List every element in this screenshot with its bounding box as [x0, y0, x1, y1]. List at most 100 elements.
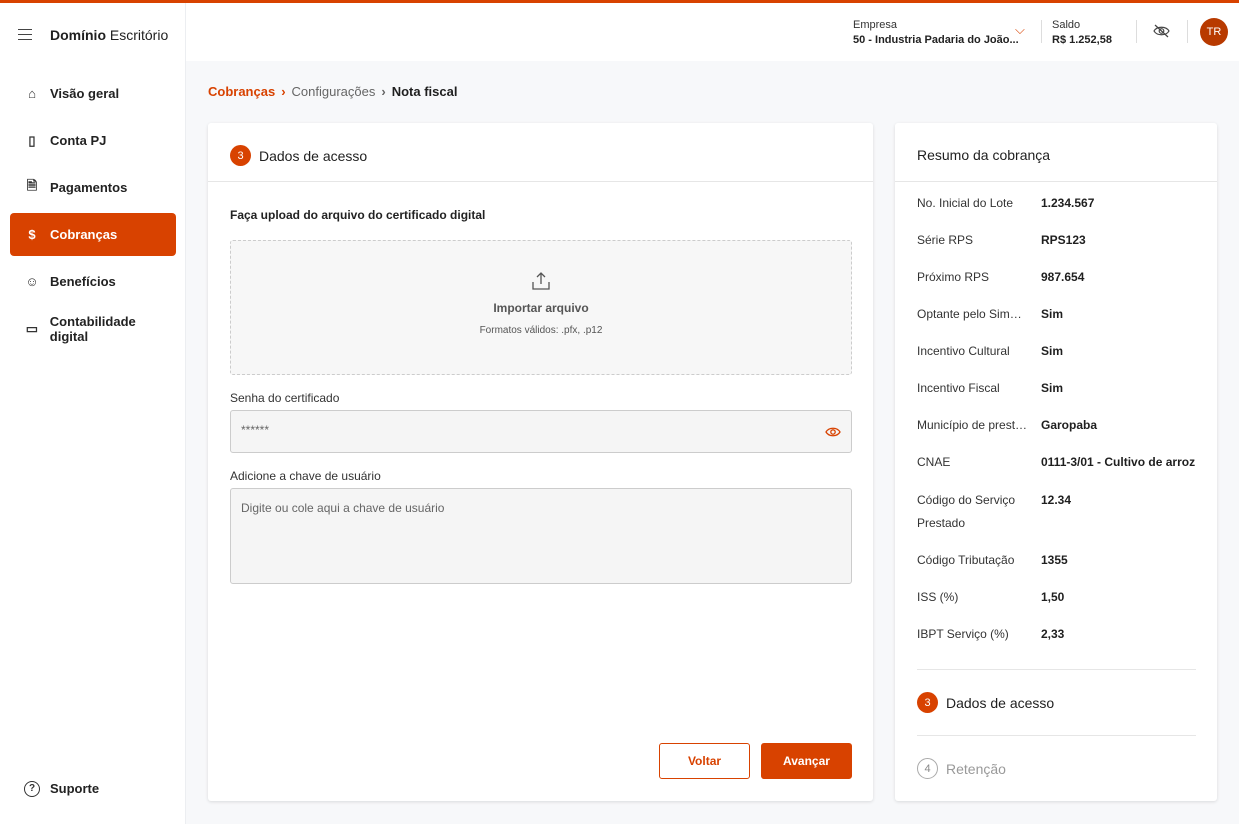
summary-row: Optante pelo Sim… Sim [917, 303, 1063, 326]
password-value: ****** [241, 423, 270, 437]
chevron-right-icon: › [281, 84, 286, 99]
summary-row: CNAE 0111-3/01 - Cultivo de arroz [917, 451, 1195, 474]
password-input[interactable]: ****** [230, 410, 852, 453]
label: Suporte [50, 781, 100, 796]
upload-icon [532, 272, 550, 290]
sidebar-item-visao-geral[interactable]: ⌂ Visão geral [10, 72, 176, 115]
saldo-label: Saldo [1052, 19, 1081, 31]
label: Conta PJ [50, 133, 107, 148]
summary-row: ISS (%) 1,50 [917, 586, 1064, 609]
summary-key: Série RPS [917, 233, 974, 247]
key-textarea[interactable]: Digite ou cole aqui a chave de usuário [230, 488, 852, 584]
saldo-value: R$ 1.252,58 [1052, 34, 1112, 46]
sidebar: Domínio Escritório ⌂ Visão geral ▯ Conta P… [0, 3, 186, 824]
summary-row: Código do Serviço Prestado 12.34 [917, 489, 1071, 535]
summary-row: Série RPS RPS123 [917, 229, 1086, 252]
summary-row: Município de prest… Garopaba [917, 414, 1097, 437]
summary-key: IBPT Serviço (%) [917, 627, 1009, 641]
password-label: Senha do certificado [230, 391, 340, 405]
key-placeholder: Digite ou cole aqui a chave de usuário [241, 501, 445, 515]
summary-value: 0111-3/01 - Cultivo de arroz [1041, 455, 1196, 469]
summary-key: No. Inicial do Lote [917, 196, 1014, 210]
upload-dropzone[interactable]: Importar arquivo Formatos válidos: .pfx,… [230, 240, 852, 375]
upload-heading: Faça upload do arquivo do certificado di… [230, 208, 486, 222]
upload-label: Importar arquivo [493, 301, 589, 315]
hand-dollar-icon: $ [28, 227, 36, 242]
sidebar-item-beneficios[interactable]: ☺ Benefícios [10, 260, 176, 303]
divider [208, 181, 873, 182]
invoice-icon: 🗎 [26, 177, 38, 193]
label: Pagamentos [50, 180, 128, 195]
summary-value: RPS123 [1041, 233, 1086, 247]
summary-row: IBPT Serviço (%) 2,33 [917, 623, 1064, 646]
summary-value: Garopaba [1041, 418, 1098, 432]
sidebar-item-cobrancas[interactable]: $ Cobranças [10, 213, 176, 256]
next-button[interactable]: Avançar [761, 743, 852, 779]
chevron-right-icon: › [381, 84, 386, 99]
divider [917, 669, 1196, 670]
label: Cobranças [50, 227, 118, 242]
brand-bold: Domínio [50, 27, 106, 43]
breadcrumb-nota-fiscal: Nota fiscal [391, 84, 458, 99]
sidebar-item-suporte[interactable]: ? Suporte [10, 767, 176, 810]
access-data-card: 3 Dados de acesso Faça upload do arquivo … [208, 123, 873, 801]
summary-step-4[interactable]: 4 Retenção [917, 758, 1006, 779]
label: Benefícios [50, 274, 116, 289]
divider [1187, 20, 1188, 43]
summary-key: Incentivo Cultural [917, 344, 1010, 358]
summary-value: 1,50 [1041, 590, 1065, 604]
summary-value: 1.234.567 [1041, 196, 1095, 210]
divider [917, 735, 1196, 736]
summary-key: Próximo RPS [917, 270, 990, 284]
avatar[interactable]: TR [1200, 18, 1228, 46]
summary-key: Município de prest… [917, 418, 1028, 432]
summary-row: Incentivo Fiscal Sim [917, 377, 1063, 400]
smile-icon: ☺ [25, 274, 39, 289]
summary-value: 12.34 [1041, 493, 1072, 507]
summary-card: Resumo da cobrança No. Inicial do Lote 1.… [895, 123, 1217, 801]
breadcrumb-cobrancas[interactable]: Cobranças [208, 84, 275, 99]
summary-value: Sim [1041, 381, 1064, 395]
step-number: 3 [917, 692, 938, 713]
chevron-down-icon[interactable]: ⌵ [1015, 22, 1025, 38]
eye-icon[interactable] [825, 426, 841, 438]
book-icon: ▭ [25, 320, 39, 336]
hamburger-menu-icon[interactable] [18, 29, 32, 40]
home-icon: ⌂ [28, 86, 36, 101]
summary-value: Sim [1041, 344, 1064, 358]
step-label: Dados de acesso [946, 694, 1055, 711]
sidebar-item-pagamentos[interactable]: 🗎 Pagamentos [10, 166, 176, 209]
step-number: 3 [230, 145, 251, 166]
key-label: Adicione a chave de usuário [230, 469, 381, 483]
help-icon: ? [24, 780, 40, 797]
summary-step-3[interactable]: 3 Dados de acesso [917, 692, 1054, 713]
step-label: Retenção [946, 760, 1006, 777]
divider [1041, 20, 1042, 43]
summary-title: Resumo da cobrança [917, 147, 1051, 163]
eye-off-icon[interactable] [1153, 24, 1170, 38]
brand-logo: Domínio Escritório [50, 27, 168, 43]
summary-row: Código Tributação 1355 [917, 549, 1068, 572]
summary-key: ISS (%) [917, 590, 959, 604]
summary-value: 1355 [1041, 553, 1068, 567]
summary-key: Código Tributação [917, 553, 1015, 567]
empresa-value[interactable]: 50 - Industria Padaria do João... [853, 34, 1019, 46]
summary-key: Optante pelo Sim… [917, 307, 1022, 321]
back-button[interactable]: Voltar [659, 743, 750, 779]
divider [1136, 20, 1137, 43]
step-number: 4 [917, 758, 938, 779]
summary-value: Sim [1041, 307, 1064, 321]
card-title: Dados de acesso [259, 147, 368, 164]
summary-value: 987.654 [1041, 270, 1085, 284]
sidebar-item-conta-pj[interactable]: ▯ Conta PJ [10, 119, 176, 162]
summary-key: CNAE [917, 455, 951, 469]
empresa-label: Empresa [853, 19, 898, 31]
summary-row: Próximo RPS 987.654 [917, 266, 1084, 289]
summary-key: Código do Serviço Prestado [917, 493, 1016, 530]
summary-row: No. Inicial do Lote 1.234.567 [917, 192, 1094, 215]
card-header: 3 Dados de acesso [230, 145, 367, 166]
phone-dollar-icon: ▯ [28, 132, 36, 148]
sidebar-item-contabilidade[interactable]: ▭ Contabilidade digital [10, 307, 176, 350]
breadcrumb-configuracoes[interactable]: Configurações [292, 84, 376, 99]
divider [895, 181, 1217, 182]
